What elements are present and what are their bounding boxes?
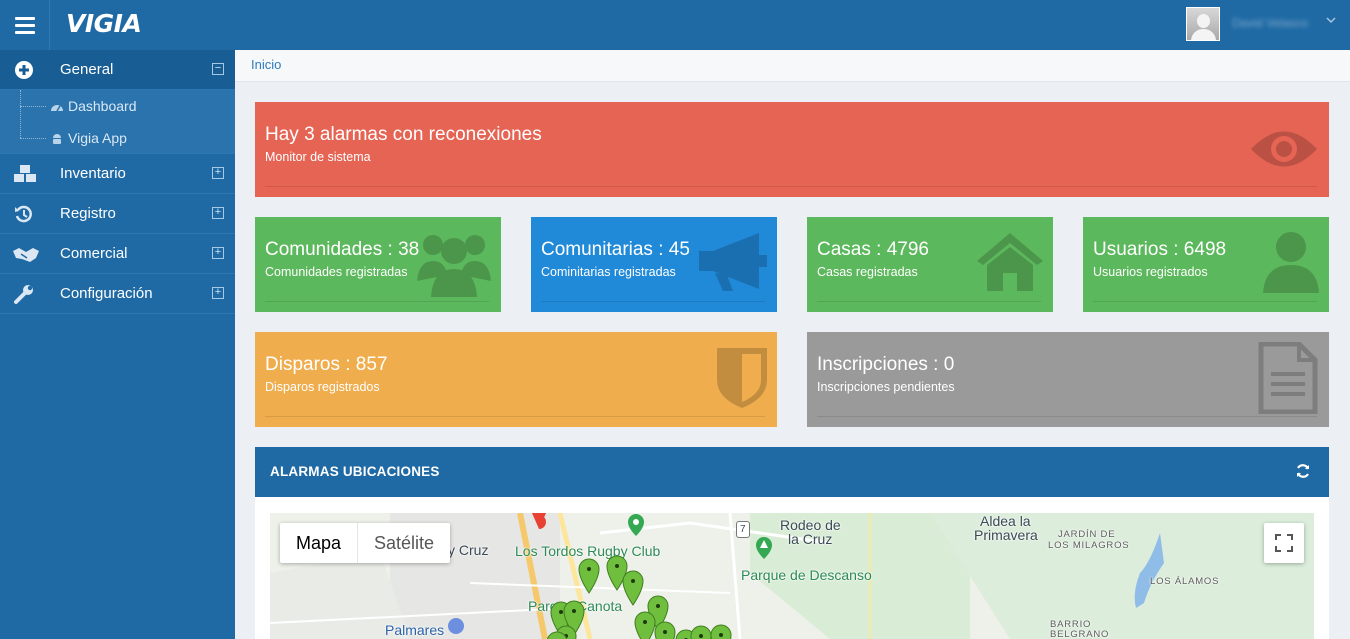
stat-tile-title: Comunidades : 38 (265, 239, 420, 260)
panel-title: ALARMAS UBICACIONES (270, 464, 440, 479)
sidebar-item-registro[interactable]: Registro + (0, 194, 235, 234)
stat-tile-inscripciones[interactable]: Inscripciones : 0 Inscripciones pendient… (807, 332, 1329, 427)
map-panel: ALARMAS UBICACIONES y Cruz Los Tordos Ru… (255, 447, 1329, 639)
map-label: Parque de Descanso (741, 567, 872, 583)
general-submenu: Dashboard Vigia App (0, 90, 235, 154)
house-icon (975, 231, 1045, 298)
top-bar: VIGIA David Velasco (0, 0, 1350, 50)
alarm-marker[interactable] (622, 570, 644, 606)
history-icon (12, 202, 36, 226)
refresh-icon[interactable] (1295, 463, 1311, 479)
stat-tile-subtitle: Cominitarias registradas (541, 265, 676, 279)
map-tab-mapa[interactable]: Mapa (280, 523, 359, 563)
expand-icon[interactable]: + (212, 207, 224, 219)
alarm-marker[interactable] (546, 631, 568, 639)
map-tab-satelite[interactable]: Satélite (358, 523, 450, 563)
alarm-marker[interactable] (710, 624, 732, 639)
stat-tile-subtitle: Usuarios registrados (1093, 265, 1208, 279)
stat-tile-subtitle: Comunidades registradas (265, 265, 408, 279)
wrench-icon (12, 282, 36, 306)
stat-tile-subtitle: Inscripciones pendientes (817, 380, 955, 394)
stat-tile-comunitarias[interactable]: Comunitarias : 45 Cominitarias registrad… (531, 217, 777, 312)
breadcrumb: Inicio (235, 50, 1350, 82)
user-avatar[interactable] (1186, 7, 1220, 41)
fullscreen-icon (1275, 534, 1293, 552)
alarm-marker[interactable] (634, 611, 656, 639)
map-place-icon (628, 514, 644, 536)
handshake-icon (12, 242, 39, 266)
map-type-control: Mapa Satélite (280, 523, 451, 563)
sidebar-item-label: Inventario (60, 165, 126, 182)
document-icon (1257, 341, 1319, 419)
menu-toggle-button[interactable] (0, 0, 50, 50)
sidebar-item-label: Registro (60, 205, 116, 222)
alert-tile-subtitle: Monitor de sistema (265, 150, 371, 164)
sidebar-item-label: Configuración (60, 285, 153, 302)
sidebar-item-general[interactable]: General − (0, 50, 235, 90)
sidebar-item-configuracion[interactable]: Configuración + (0, 274, 235, 314)
megaphone-icon (697, 229, 771, 298)
user-name[interactable]: David Velasco (1232, 16, 1308, 30)
stat-tile-comunidades[interactable]: Comunidades : 38 Comunidades registradas (255, 217, 501, 312)
chevron-down-icon[interactable] (1326, 15, 1336, 28)
expand-icon[interactable]: + (212, 247, 224, 259)
sidebar-item-vigia-app[interactable]: Vigia App (20, 124, 230, 152)
stat-tile-subtitle: Casas registradas (817, 265, 918, 279)
expand-icon[interactable]: + (212, 167, 224, 179)
sidebar: General − Dashboard Vigia App Inventario… (0, 50, 235, 639)
sidebar-item-dashboard[interactable]: Dashboard (20, 92, 230, 120)
stat-tile-usuarios[interactable]: Usuarios : 6498 Usuarios registrados (1083, 217, 1329, 312)
shield-icon (715, 346, 769, 415)
map-label: y Cruz (448, 542, 489, 558)
users-icon (415, 225, 493, 302)
dashboard-icon (50, 100, 64, 114)
eye-icon (1249, 124, 1319, 179)
map-label: Los Tordos Rugby Club (515, 543, 661, 559)
app-logo[interactable]: VIGIA (66, 9, 142, 38)
map-label: BELGRANO (1050, 629, 1110, 639)
map-label: LOS MILAGROS (1048, 540, 1130, 551)
sidebar-item-comercial[interactable]: Comercial + (0, 234, 235, 274)
stat-tile-title: Casas : 4796 (817, 239, 929, 260)
alarm-map[interactable]: y Cruz Los Tordos Rugby Club Rodeo de la… (270, 513, 1314, 639)
stat-tile-title: Comunitarias : 45 (541, 239, 690, 260)
stat-tile-casas[interactable]: Casas : 4796 Casas registradas (807, 217, 1053, 312)
fullscreen-button[interactable] (1264, 523, 1304, 563)
cubes-icon (12, 162, 36, 186)
main-content: Inicio Hay 3 alarmas con reconexiones Mo… (235, 50, 1350, 639)
sidebar-item-label: Vigia App (68, 130, 127, 146)
stat-tile-disparos[interactable]: Disparos : 857 Disparos registrados (255, 332, 777, 427)
map-label: Palmares (385, 622, 445, 638)
stat-tile-subtitle: Disparos registrados (265, 380, 380, 394)
stat-tile-title: Usuarios : 6498 (1093, 239, 1227, 260)
collapse-icon[interactable]: − (212, 63, 224, 75)
sidebar-item-label: General (60, 61, 114, 78)
alert-tile[interactable]: Hay 3 alarmas con reconexiones Monitor d… (255, 102, 1329, 197)
breadcrumb-home-link[interactable]: Inicio (251, 57, 281, 72)
map-label: Primavera (974, 527, 1038, 543)
stat-tile-title: Inscripciones : 0 (817, 354, 955, 375)
alert-tile-title: Hay 3 alarmas con reconexiones (265, 124, 542, 145)
map-park-icon (756, 537, 772, 559)
plus-circle-icon (12, 58, 36, 82)
android-icon (50, 132, 64, 146)
stat-tile-title: Disparos : 857 (265, 354, 388, 375)
map-panel-header: ALARMAS UBICACIONES (255, 447, 1329, 497)
hamburger-icon (14, 16, 35, 20)
alarm-marker[interactable] (578, 558, 600, 594)
sidebar-item-inventario[interactable]: Inventario + (0, 154, 235, 194)
route-shield: 7 (736, 521, 750, 538)
alarm-marker[interactable] (654, 621, 676, 639)
user-icon (1261, 229, 1321, 300)
sidebar-item-label: Dashboard (68, 98, 137, 114)
sidebar-item-label: Comercial (60, 245, 128, 262)
expand-icon[interactable]: + (212, 287, 224, 299)
map-label: la Cruz (788, 531, 833, 547)
map-label: LOS ÁLAMOS (1150, 576, 1220, 587)
alarm-marker[interactable] (690, 625, 712, 639)
